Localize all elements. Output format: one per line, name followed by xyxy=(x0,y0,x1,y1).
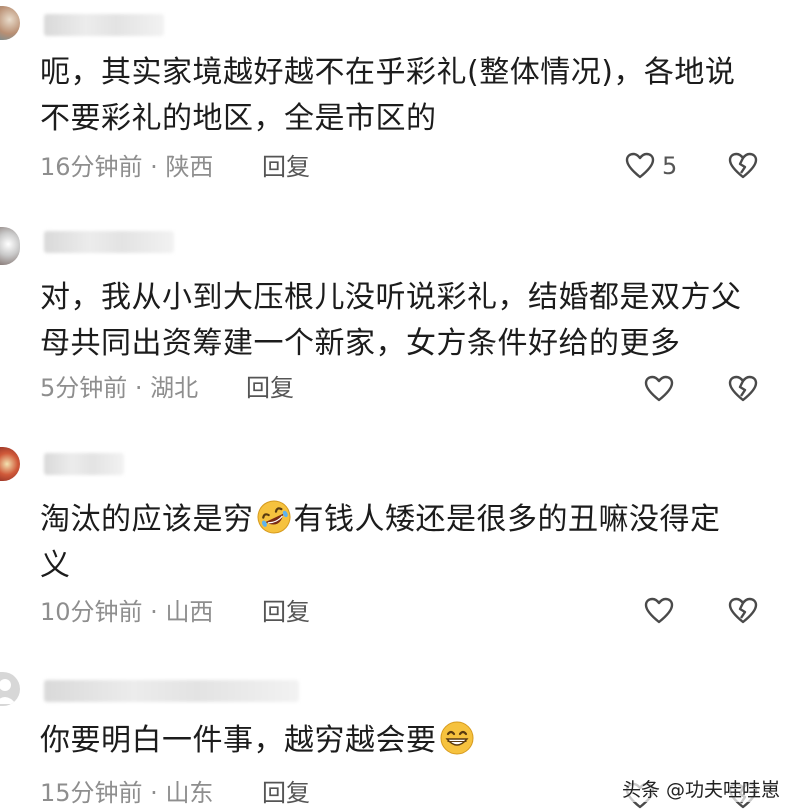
heart-outline-icon xyxy=(643,373,675,405)
comment-time: 16分钟前 xyxy=(40,153,143,181)
username-blurred[interactable] xyxy=(44,680,299,702)
comment-location: 湖北 xyxy=(150,374,199,402)
comment-meta: 16分钟前 · 陕西 xyxy=(40,152,213,182)
comment-meta: 15分钟前 · 山东 xyxy=(40,778,213,808)
like-button[interactable] xyxy=(643,595,681,627)
like-count: 5 xyxy=(662,152,678,180)
comment-text-segment: 淘汰的应该是穷 xyxy=(40,502,254,537)
watermark: 头条 @功夫哇哇崽 xyxy=(619,775,782,802)
comment-time: 10分钟前 xyxy=(40,598,143,626)
comment-text: 淘汰的应该是穷 有钱人矮还是很多的丑嘛没得定 义 xyxy=(40,497,770,589)
meta-separator: · xyxy=(142,153,166,181)
comment-text-segment: 有钱人矮还是很多的丑嘛没得定 xyxy=(293,502,721,537)
grinning-emoji xyxy=(439,720,475,756)
comment-time: 15分钟前 xyxy=(40,779,143,807)
default-avatar-icon xyxy=(0,679,16,704)
comment-time: 5分钟前 xyxy=(40,374,128,402)
comment-text: 呃，其实家境越好越不在乎彩礼(整体情况)，各地说 不要彩礼的地区，全是市区的 xyxy=(40,50,770,142)
comment-meta: 5分钟前 · 湖北 xyxy=(40,373,198,403)
avatar[interactable] xyxy=(0,447,20,481)
broken-heart-icon[interactable] xyxy=(726,595,760,627)
comment-text: 对，我从小到大压根儿没听说彩礼，结婚都是双方父 母共同出资筹建一个新家，女方条件… xyxy=(40,275,770,367)
heart-outline-icon xyxy=(643,595,675,627)
like-button[interactable]: 5 xyxy=(624,150,677,182)
like-button[interactable] xyxy=(643,373,681,405)
comment-location: 山西 xyxy=(165,598,214,626)
comment-location: 陕西 xyxy=(165,153,214,181)
avatar[interactable] xyxy=(0,6,20,40)
broken-heart-icon[interactable] xyxy=(726,373,760,405)
broken-heart-icon[interactable] xyxy=(726,150,760,182)
reply-button[interactable]: 回复 xyxy=(246,373,294,403)
comment-text-segment: 你要明白一件事，越穷越会要 xyxy=(40,723,437,758)
reply-button[interactable]: 回复 xyxy=(262,597,310,627)
comment-meta: 10分钟前 · 山西 xyxy=(40,597,213,627)
comment-line: 不要彩礼的地区，全是市区的 xyxy=(40,101,437,136)
meta-separator: · xyxy=(142,598,166,626)
heart-outline-icon xyxy=(624,150,656,182)
avatar[interactable] xyxy=(0,227,20,265)
comment-line: 义 xyxy=(40,548,71,583)
comment-line: 母共同出资筹建一个新家，女方条件好给的更多 xyxy=(40,326,681,361)
comment-text: 你要明白一件事，越穷越会要 xyxy=(40,718,770,764)
comment-line: 淘汰的应该是穷 有钱人矮还是很多的丑嘛没得定 xyxy=(40,497,770,543)
comment-line: 呃，其实家境越好越不在乎彩礼(整体情况)，各地说 xyxy=(40,55,736,90)
comment-location: 山东 xyxy=(165,779,214,807)
avatar[interactable] xyxy=(0,672,20,706)
comment-line: 你要明白一件事，越穷越会要 xyxy=(40,718,770,764)
username-blurred[interactable] xyxy=(44,14,164,36)
rolling-laughing-emoji xyxy=(256,499,292,535)
reply-button[interactable]: 回复 xyxy=(262,152,310,182)
reply-button[interactable]: 回复 xyxy=(262,778,310,808)
username-blurred[interactable] xyxy=(44,453,124,475)
username-blurred[interactable] xyxy=(44,231,174,253)
meta-separator: · xyxy=(142,779,166,807)
meta-separator: · xyxy=(127,374,151,402)
comment-line: 对，我从小到大压根儿没听说彩礼，结婚都是双方父 xyxy=(40,280,742,315)
